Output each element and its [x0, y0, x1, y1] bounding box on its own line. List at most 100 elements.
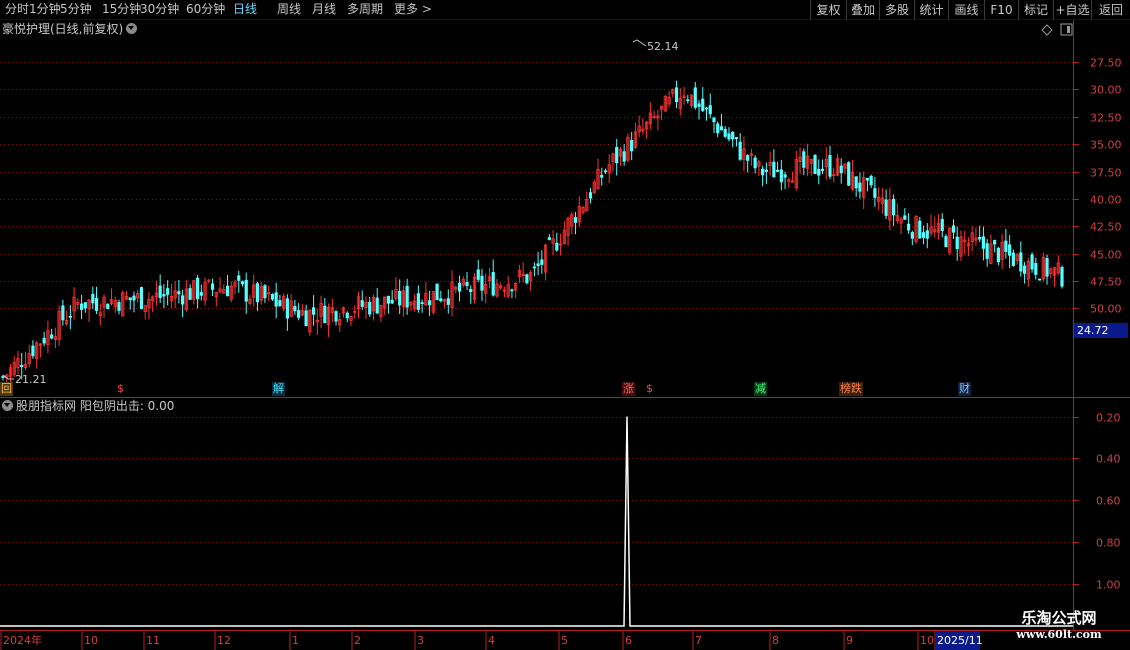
time-label: 9: [846, 634, 853, 647]
price-tick-label: 42.50: [1090, 221, 1122, 234]
candle-body: [435, 283, 439, 301]
multi-stock-button[interactable]: 多股: [879, 0, 914, 20]
candle-body: [622, 151, 626, 162]
candle-body: [738, 141, 742, 160]
candle-body: [978, 236, 982, 240]
period-tab-daily[interactable]: 日线: [233, 2, 257, 17]
candle-body: [91, 293, 95, 304]
candle-body: [588, 192, 593, 199]
period-tab-intraday[interactable]: 分时: [5, 2, 29, 17]
timeline-axis[interactable]: 2024年 10 11 12 1 2 3 4 5 6 7 8 9 10 2025/11: [0, 630, 1130, 650]
candle-body: [686, 99, 690, 102]
candle-body: [1045, 258, 1049, 277]
candle-body: [697, 103, 701, 107]
statistics-button[interactable]: 统计: [914, 0, 948, 20]
candle-body: [1011, 252, 1015, 266]
restore-rights-button[interactable]: 复权: [810, 0, 846, 20]
candle-body: [764, 169, 768, 172]
event-marker-top-list[interactable]: 榜跌: [839, 382, 863, 396]
draw-line-button[interactable]: 画线: [948, 0, 984, 20]
candle-body: [704, 107, 709, 110]
candle-body: [1004, 240, 1008, 252]
overlay-button[interactable]: 叠加: [846, 0, 879, 20]
indicator-chart[interactable]: 1.00 0.80 0.60 0.40 0.20: [0, 398, 1130, 630]
event-marker-earnings[interactable]: 财: [958, 382, 971, 396]
indicator-grid: [0, 417, 1073, 585]
candle-body: [734, 137, 739, 139]
event-marker-buyback[interactable]: 回: [0, 382, 13, 396]
candle-body: [106, 303, 110, 310]
candle-body: [480, 275, 484, 291]
candle-body: [847, 162, 851, 186]
time-label: 10: [84, 634, 98, 647]
period-tab-weekly[interactable]: 周线: [277, 2, 301, 17]
candle-body: [944, 236, 948, 248]
candle-body: [951, 225, 956, 233]
candle-body: [304, 310, 308, 327]
candle-body: [701, 98, 705, 111]
candle-body: [693, 87, 697, 108]
period-tab-monthly[interactable]: 月线: [312, 2, 336, 17]
high-label: 52.14: [647, 40, 679, 53]
candle-body: [405, 285, 409, 308]
candle-body: [727, 133, 731, 140]
period-tab-15min[interactable]: 15分钟: [102, 2, 141, 17]
candle-body: [476, 269, 480, 280]
period-tab-60min[interactable]: 60分钟: [186, 2, 225, 17]
event-marker-limit-up[interactable]: 涨: [622, 382, 635, 396]
candle-body: [839, 165, 843, 174]
indicator-tick-label: 0.80: [1096, 537, 1121, 550]
candle-body: [420, 302, 424, 304]
candle-body: [761, 168, 765, 176]
watermark-logo: 乐淘公式网 www.60lt.com: [990, 608, 1128, 650]
add-watchlist-button[interactable]: +自选: [1053, 0, 1091, 20]
period-tab-30min[interactable]: 30分钟: [140, 2, 179, 17]
period-tab-multi[interactable]: 多周期: [347, 2, 383, 17]
time-label: 2: [354, 634, 361, 647]
candle-body: [921, 232, 926, 238]
candle-body: [906, 223, 911, 231]
indicator-tick-label: 0.40: [1096, 453, 1121, 466]
candlestick-chart[interactable]: 50.00 47.50 45.00 42.50 40.00 37.50 35.00 32.50…: [0, 20, 1130, 398]
candle-body: [1022, 265, 1027, 274]
candle-body: [31, 345, 35, 357]
price-tick-label: 32.50: [1090, 112, 1122, 125]
candle-body: [166, 288, 170, 295]
event-marker-dividend-2[interactable]: $: [645, 382, 654, 396]
candle-body: [50, 334, 54, 339]
time-label: 3: [417, 634, 424, 647]
candle-body: [813, 155, 817, 174]
period-tab-more[interactable]: 更多 >: [394, 2, 432, 17]
candle-body: [525, 274, 529, 284]
period-tab-5min[interactable]: 5分钟: [60, 2, 92, 17]
candle-body: [68, 315, 72, 318]
event-marker-dividend[interactable]: $: [116, 382, 125, 396]
candle-body: [1060, 267, 1064, 287]
candle-body: [334, 311, 338, 322]
period-tab-1min[interactable]: 1分钟: [29, 2, 61, 17]
mark-button[interactable]: 标记: [1018, 0, 1053, 20]
candle-body: [465, 282, 469, 286]
candle-body: [776, 169, 780, 172]
candle-body: [446, 298, 450, 305]
candle-body: [278, 300, 282, 307]
candle-body: [532, 266, 536, 269]
candle-body: [1030, 254, 1034, 270]
candle-body: [237, 275, 241, 281]
candle-body: [884, 199, 888, 216]
candle-body: [630, 139, 634, 152]
f10-button[interactable]: F10: [984, 0, 1018, 20]
event-marker-unlock[interactable]: 解: [272, 382, 285, 396]
candle-body: [42, 337, 46, 344]
candle-body: [1019, 252, 1023, 272]
candle-body: [83, 302, 87, 309]
indicator-tick-label: 0.20: [1096, 412, 1121, 425]
candle-body: [723, 128, 727, 137]
candle-body: [603, 170, 608, 173]
candle-body: [285, 298, 289, 319]
candle-body: [225, 285, 230, 297]
back-button[interactable]: 返回: [1091, 0, 1130, 20]
candle-body: [918, 220, 922, 239]
candle-body: [360, 300, 364, 307]
event-marker-reduce[interactable]: 减: [754, 382, 767, 396]
